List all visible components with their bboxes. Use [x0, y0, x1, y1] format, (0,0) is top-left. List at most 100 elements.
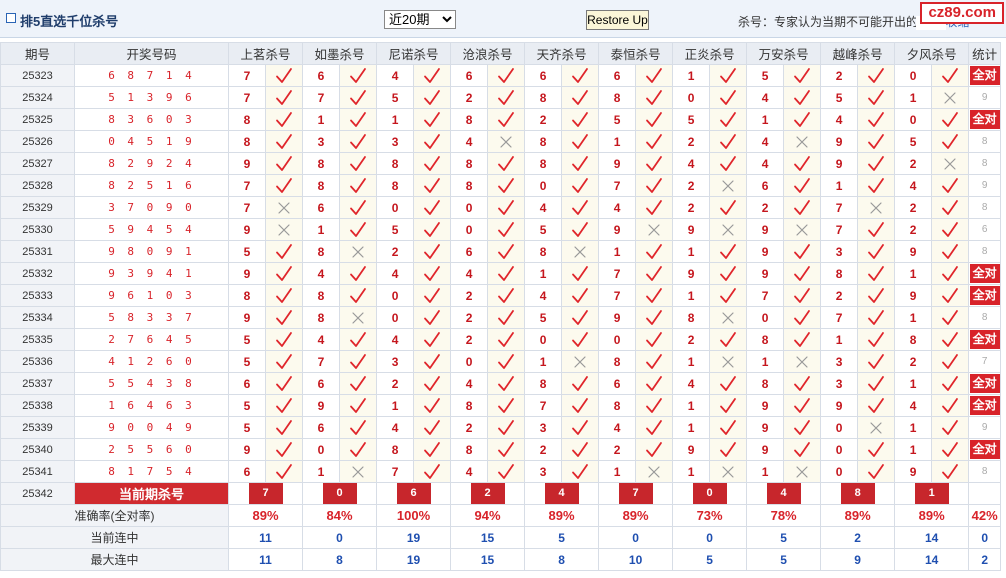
- kill-number-cell: 5: [524, 306, 563, 329]
- check-icon: [572, 441, 588, 457]
- kill-number-cell: 2: [450, 86, 489, 109]
- kill-number-cell: 2: [376, 240, 415, 263]
- result-mark-cell: [339, 108, 378, 131]
- current-streak-row: 当前连中 11 0 19 15 5 0 0 5 2 14 0: [0, 526, 1002, 549]
- summary-value: 15: [450, 548, 526, 571]
- result-mark-cell: [339, 438, 378, 461]
- all-hit-badge: 全对: [969, 330, 1000, 349]
- cross-icon: [722, 223, 734, 236]
- summary-value: 19: [376, 548, 452, 571]
- kill-number-cell: 3: [302, 130, 341, 153]
- kill-number-cell: 3: [376, 130, 415, 153]
- result-mark-cell: [487, 262, 526, 285]
- summary-value: 0: [672, 526, 748, 549]
- all-hit-badge: 全对: [969, 264, 1000, 283]
- cross-icon: [944, 157, 956, 170]
- result-mark-cell: [487, 218, 526, 241]
- stat-cell: 全对: [968, 284, 1002, 307]
- cross-icon: [722, 465, 734, 478]
- result-mark-cell: [709, 240, 748, 263]
- kill-number-cell: 4: [746, 86, 785, 109]
- check-icon: [350, 133, 366, 149]
- result-mark-cell: [339, 152, 378, 175]
- restore-up-button[interactable]: Restore Up: [586, 10, 649, 30]
- result-mark-cell: [561, 86, 600, 109]
- kill-number-cell: 9: [746, 394, 785, 417]
- result-mark-cell: [487, 108, 526, 131]
- kill-number-cell: 8: [672, 306, 711, 329]
- check-icon: [868, 463, 885, 479]
- kill-number-cell: 9: [820, 130, 859, 153]
- check-icon: [498, 67, 514, 83]
- result-mark-cell: [857, 284, 896, 307]
- cross-icon: [352, 311, 364, 324]
- result-mark-cell: [487, 152, 526, 175]
- top-toolbar: 排5直选千位杀号 近20期 Restore Up 杀号：专家认为当期不可能开出的…: [0, 0, 1006, 38]
- period-select[interactable]: 近20期: [384, 10, 456, 29]
- kill-number-cell: 7: [524, 394, 563, 417]
- result-mark-cell: [487, 372, 526, 395]
- summary-value: 11: [227, 548, 304, 571]
- term-header: 期号: [0, 42, 75, 65]
- result-mark-cell: [783, 460, 822, 483]
- kill-number-cell: 8: [746, 328, 785, 351]
- result-mark-cell: [487, 350, 526, 373]
- result-mark-cell: [783, 416, 822, 439]
- result-mark-cell: [783, 174, 822, 197]
- result-mark-cell: [783, 64, 822, 87]
- kill-number-cell: 6: [228, 372, 266, 395]
- check-icon: [276, 419, 292, 435]
- kill-number-cell: 5: [228, 240, 266, 263]
- kill-number-cell: 3: [820, 350, 859, 373]
- result-mark-cell: [264, 108, 304, 131]
- result-mark-cell: [339, 394, 378, 417]
- kill-number-cell: 9: [228, 262, 266, 285]
- check-icon: [498, 265, 514, 281]
- kill-number-cell: 0: [450, 196, 489, 219]
- result-mark-cell: [264, 86, 304, 109]
- result-mark-cell: [339, 460, 378, 483]
- kill-number-cell: 5: [228, 416, 266, 439]
- check-icon: [868, 177, 885, 193]
- kill-number-cell: 2: [672, 328, 711, 351]
- term-cell: 25332: [0, 262, 75, 285]
- check-icon: [572, 375, 588, 391]
- check-icon: [424, 287, 440, 303]
- kill-number-cell: 4: [376, 416, 415, 439]
- expert-header: 如墨杀号: [302, 42, 378, 65]
- kill-number-cell: 1: [598, 460, 637, 483]
- result-mark-cell: [635, 460, 674, 483]
- check-icon: [942, 199, 959, 215]
- result-mark-cell: [709, 174, 748, 197]
- result-mark-cell: [339, 262, 378, 285]
- table-row: 25324 5 1 3 9 677528804519: [0, 86, 1002, 109]
- cross-icon: [278, 201, 290, 214]
- result-mark-cell: [857, 394, 896, 417]
- draw-number-cell: 5 8 3 3 7: [74, 306, 229, 329]
- check-icon: [720, 375, 736, 391]
- check-icon: [794, 441, 811, 457]
- table-row: 25334 5 8 3 3 798025980718: [0, 306, 1002, 329]
- result-mark-cell: [413, 174, 452, 197]
- kill-number-cell: 7: [820, 196, 859, 219]
- kill-number-cell: 8: [450, 152, 489, 175]
- result-mark-cell: [635, 416, 674, 439]
- check-icon: [942, 441, 959, 457]
- stat-cell: 9: [968, 174, 1002, 197]
- result-mark-cell: [413, 372, 452, 395]
- check-icon: [720, 265, 736, 281]
- kill-number-cell: 4: [746, 152, 785, 175]
- check-icon: [276, 287, 292, 303]
- site-logo[interactable]: cz89.com: [920, 2, 1004, 24]
- table-row: 25327 8 2 9 2 498888944928: [0, 152, 1002, 175]
- check-icon: [794, 177, 811, 193]
- check-icon: [572, 89, 588, 105]
- current-period-row: 25342 当前期杀号 7 0 6 2 4 7 0 4 8 1: [0, 482, 1002, 505]
- result-mark-cell: [264, 372, 304, 395]
- term-cell: 25340: [0, 438, 75, 461]
- check-icon: [424, 265, 440, 281]
- term-cell: 25325: [0, 108, 75, 131]
- result-mark-cell: [487, 460, 526, 483]
- kill-number-cell: 7: [820, 306, 859, 329]
- term-cell: 25334: [0, 306, 75, 329]
